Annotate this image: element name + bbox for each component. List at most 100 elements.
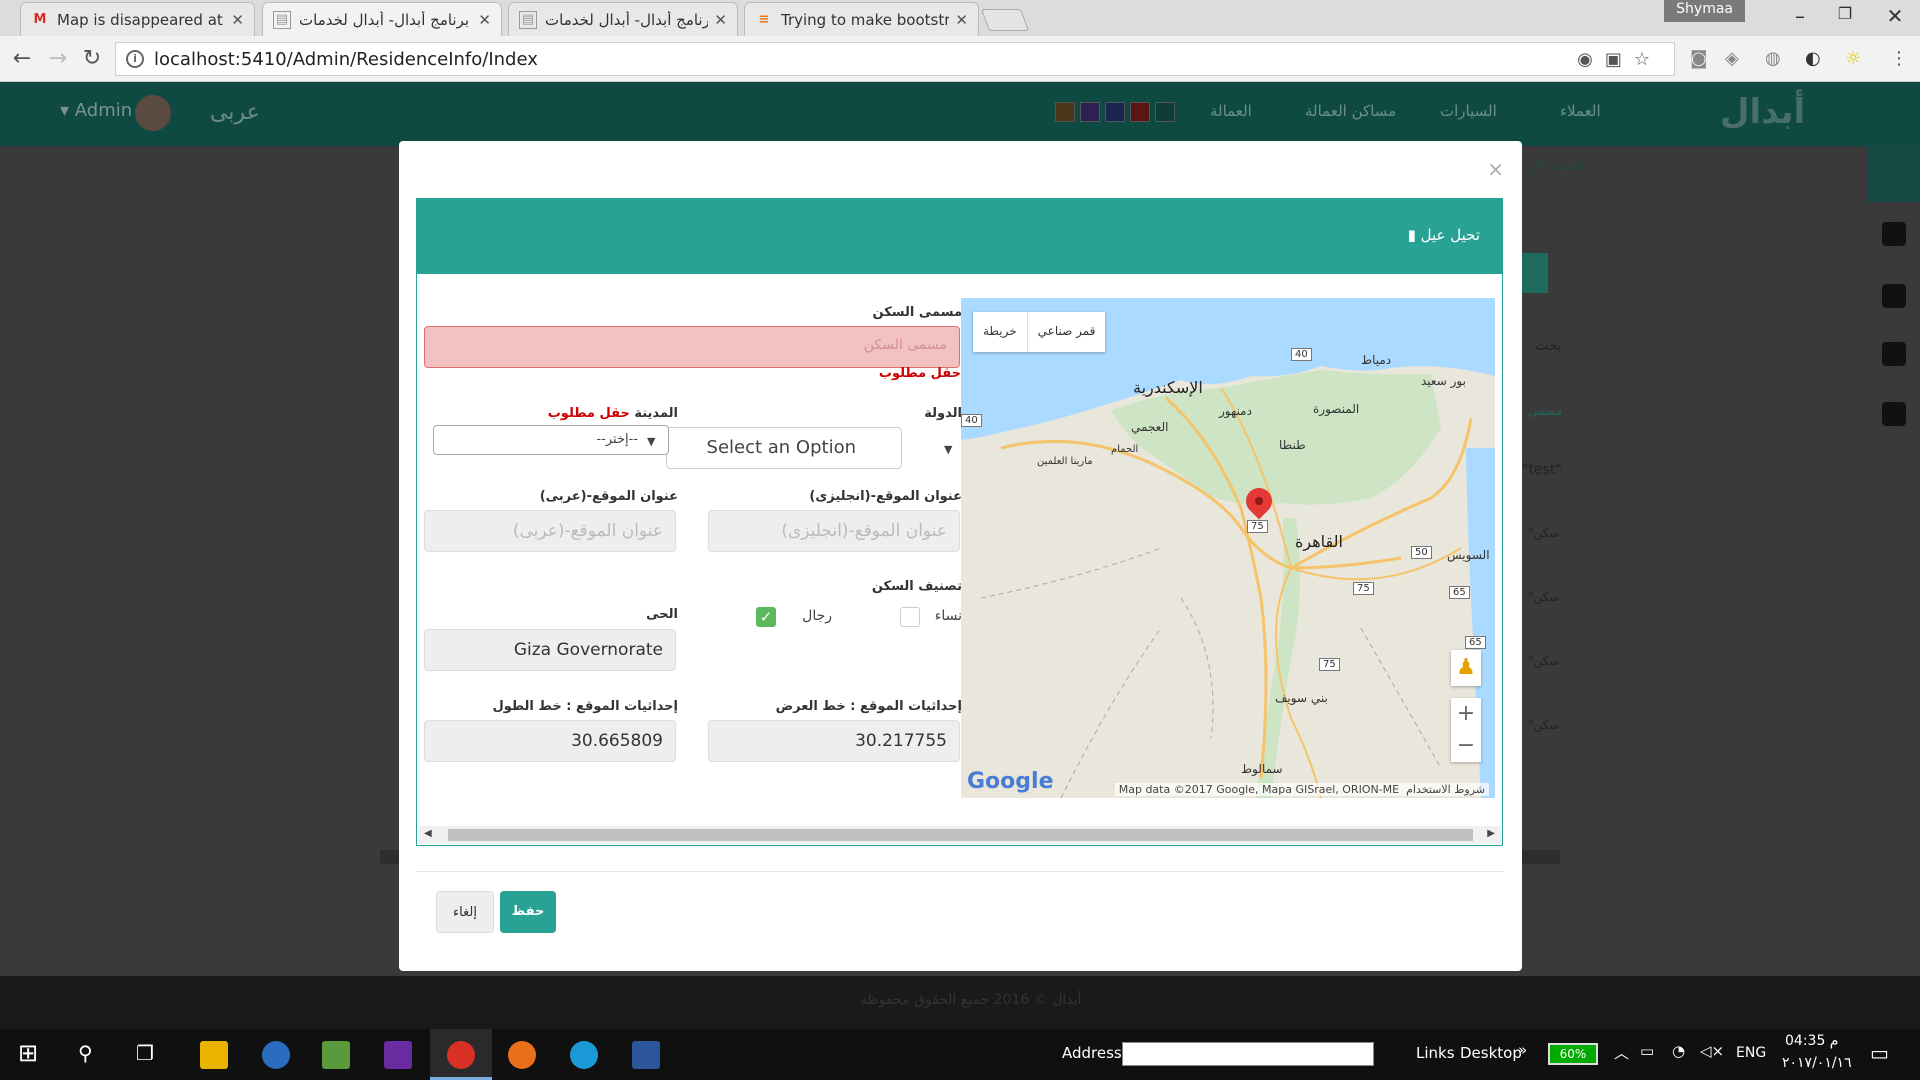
theme-swatch[interactable] — [1105, 102, 1125, 122]
dropbox-extension-icon[interactable]: ◈ — [1725, 48, 1739, 69]
windows-start-icon[interactable]: ⊞ — [18, 1039, 38, 1067]
address-ar-label: عنوان الموقع-(عربى) — [539, 489, 678, 504]
street-view-icon[interactable]: ♟ — [1451, 650, 1481, 686]
cancel-button[interactable]: إلغاء — [436, 891, 494, 933]
panel-hscroll[interactable]: ◀ ▶ — [418, 826, 1501, 844]
notification-icon[interactable]: ▭ — [1870, 1041, 1889, 1065]
browser-tab-3[interactable]: ▤ برنامج أبدال- أبدال لخدمات ✕ — [508, 2, 738, 36]
city-label-text: المدينة — [634, 406, 678, 421]
close-icon[interactable]: × — [1487, 157, 1504, 181]
wifi-icon[interactable]: ◔ — [1672, 1042, 1685, 1060]
messenger-icon[interactable] — [262, 1041, 290, 1069]
sidebar-home[interactable] — [1868, 146, 1920, 202]
camera-extension-icon[interactable]: ◙ — [1690, 48, 1707, 69]
scroll-left-icon[interactable]: ◀ — [424, 828, 432, 839]
theme-swatch[interactable] — [1080, 102, 1100, 122]
restore-button[interactable]: ❐ — [1825, 4, 1865, 30]
city-select[interactable]: --إختر-- — [433, 425, 669, 455]
search-icon[interactable]: ⚲ — [78, 1041, 93, 1065]
save-button[interactable]: حفظ — [500, 891, 556, 933]
new-tab-button[interactable] — [980, 9, 1030, 31]
gmail-icon: M — [33, 12, 47, 27]
district-field[interactable]: Giza Governorate — [424, 629, 676, 671]
info-icon[interactable]: i — [126, 50, 144, 68]
map-type-satellite[interactable]: قمر صناعي — [1028, 312, 1106, 352]
avatar[interactable] — [135, 95, 171, 131]
search-label: بحث — [1535, 338, 1562, 354]
menu-icon[interactable]: ⋮ — [1890, 48, 1908, 69]
chevron-up-icon[interactable]: ︿ — [1614, 1042, 1629, 1063]
extension-icon[interactable]: ◐ — [1805, 48, 1821, 69]
minimize-button[interactable]: – — [1780, 4, 1820, 30]
theme-swatch[interactable] — [1155, 102, 1175, 122]
google-map[interactable]: خريطة قمر صناعي الإسكندرية دمنهور المنصو… — [961, 298, 1495, 798]
task-view-icon[interactable]: ❐ — [136, 1041, 154, 1065]
forward-icon[interactable]: → — [44, 45, 72, 73]
omnibox-actions[interactable]: ◉▣☆ — [1577, 49, 1662, 70]
firefox-icon[interactable] — [508, 1041, 536, 1069]
right-sidebar — [1868, 146, 1920, 976]
volume-icon[interactable]: ◁× — [1700, 1042, 1724, 1060]
chrome-icon[interactable] — [447, 1041, 475, 1069]
longitude-field[interactable]: 30.665809 — [424, 720, 676, 762]
chevron-down-icon[interactable]: » — [1518, 1041, 1527, 1059]
residence-name-field[interactable]: مسمى السكن — [424, 326, 960, 368]
nav-workers[interactable]: العمالة — [1210, 102, 1252, 120]
panel-header: ▮ تحيل عيل — [417, 199, 1502, 274]
close-tab-icon[interactable]: ✕ — [955, 11, 968, 29]
battery-icon[interactable]: ▭ — [1640, 1042, 1654, 1060]
extension-icon[interactable]: ☼ — [1845, 48, 1861, 69]
latitude-label: إحداثيات الموقع : خط العرض — [775, 699, 962, 714]
skype-icon[interactable] — [570, 1041, 598, 1069]
latitude-field[interactable]: 30.217755 — [708, 720, 960, 762]
desktop-toolbar[interactable]: Desktop — [1460, 1044, 1522, 1062]
building-icon[interactable] — [1882, 342, 1906, 366]
admin-menu[interactable]: ▾ Admin — [60, 100, 132, 121]
links-toolbar[interactable]: Links — [1416, 1044, 1455, 1062]
nav-cars[interactable]: السيارات — [1440, 102, 1497, 120]
scroll-thumb[interactable] — [448, 829, 1473, 841]
battery-indicator[interactable]: 60% — [1548, 1043, 1598, 1065]
theme-swatch[interactable] — [1130, 102, 1150, 122]
visual-studio-icon[interactable] — [384, 1041, 412, 1069]
theme-swatch[interactable] — [1055, 102, 1075, 122]
worker-icon[interactable] — [1882, 402, 1906, 426]
clients-icon[interactable] — [1882, 222, 1906, 246]
back-icon[interactable]: ← — [8, 45, 36, 73]
clock-time[interactable]: 04:35 م — [1785, 1033, 1838, 1049]
address-toolbar-input[interactable] — [1122, 1042, 1374, 1066]
extension-icon[interactable]: ◍ — [1765, 48, 1781, 69]
women-checkbox[interactable] — [900, 607, 920, 627]
address-en-field[interactable]: عنوان الموقع-(انجليزى) — [708, 510, 960, 552]
app-header — [0, 82, 1920, 146]
close-tab-icon[interactable]: ✕ — [714, 11, 727, 29]
file-explorer-icon[interactable] — [200, 1041, 228, 1069]
map-type-map[interactable]: خريطة — [973, 312, 1028, 352]
address-ar-field[interactable]: عنوان الموقع-(عربى) — [424, 510, 676, 552]
men-checkbox[interactable]: ✓ — [756, 607, 776, 627]
nav-clients[interactable]: العملاء — [1560, 102, 1601, 120]
word-icon[interactable] — [632, 1041, 660, 1069]
close-tab-icon[interactable]: ✕ — [478, 11, 491, 29]
clock-date[interactable]: ٢٠١٧/٠١/١٦ — [1782, 1055, 1852, 1071]
reload-icon[interactable]: ↻ — [78, 45, 106, 73]
browser-tab-2[interactable]: ▤ برنامج أبدال- أبدال لخدمات ✕ — [262, 2, 502, 36]
address-bar[interactable]: i localhost:5410/Admin/ResidenceInfo/Ind… — [115, 42, 1675, 76]
app-icon[interactable] — [322, 1041, 350, 1069]
zoom-out-button[interactable]: − — [1451, 730, 1481, 762]
browser-tab-4[interactable]: ≡ Trying to make bootstrap ✕ — [744, 2, 979, 36]
scroll-right-icon[interactable]: ▶ — [1487, 828, 1495, 839]
close-tab-icon[interactable]: ✕ — [231, 11, 244, 29]
country-select[interactable]: Select an Option — [666, 427, 902, 469]
chevron-down-icon: ▼ — [647, 435, 656, 448]
zoom-in-button[interactable]: + — [1451, 698, 1481, 730]
map-terms-link[interactable]: شروط الاستخدام — [1406, 783, 1485, 796]
language-indicator[interactable]: ENG — [1736, 1045, 1766, 1061]
nav-worker-housing[interactable]: مساكن العمالة — [1305, 102, 1396, 120]
language-link[interactable]: عربى — [210, 100, 260, 125]
browser-user-badge[interactable]: Shymaa — [1664, 0, 1745, 22]
close-window-button[interactable]: ✕ — [1875, 4, 1915, 30]
map-label: السويس — [1447, 548, 1490, 562]
car-icon[interactable] — [1882, 284, 1906, 308]
browser-tab-1[interactable]: M Map is disappeared at al ✕ — [20, 2, 255, 36]
